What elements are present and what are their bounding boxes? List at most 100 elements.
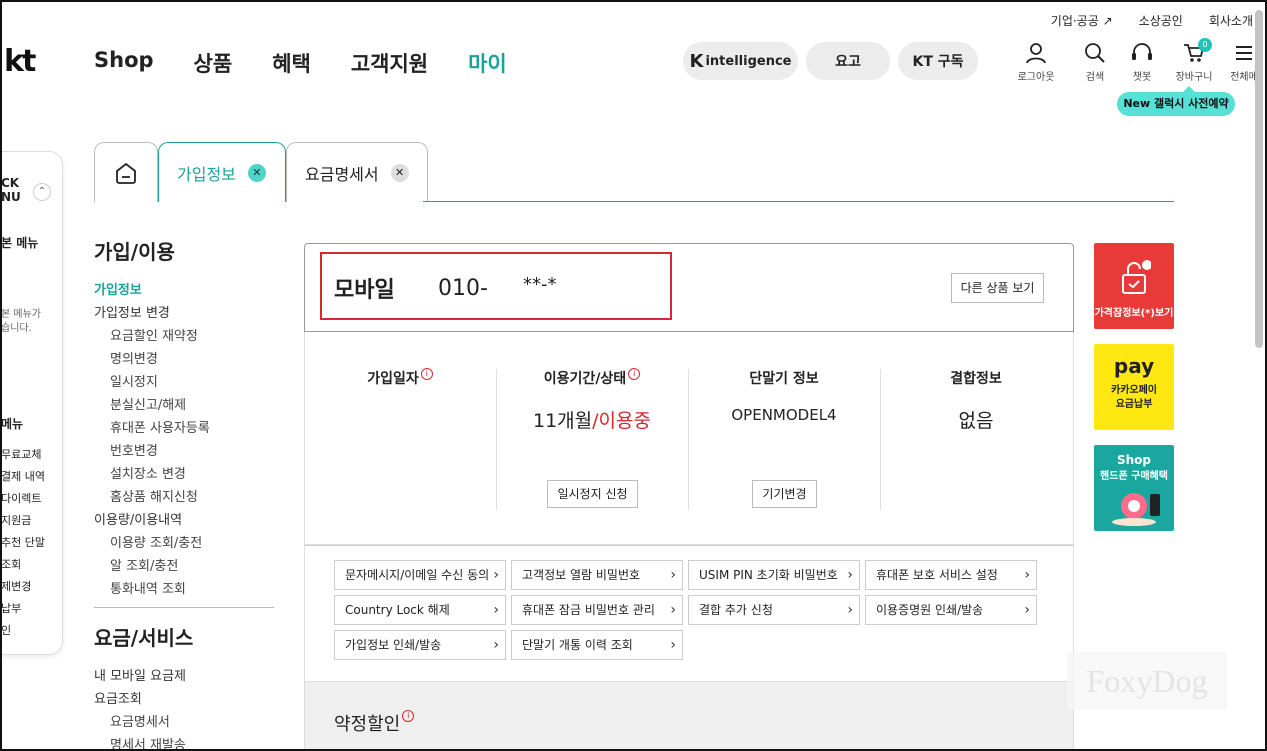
shop-benefit-label: 핸드폰 구매혜택 — [1100, 471, 1168, 482]
link-usim-pin[interactable]: USIM PIN 초기화 비밀번호 — [688, 560, 860, 590]
side-nav-subitem[interactable]: 명의변경 — [94, 348, 274, 371]
quick-menu-item[interactable]: 조회 — [1, 554, 45, 576]
close-icon[interactable]: ✕ — [390, 163, 409, 182]
k-intelligence-button[interactable]: K intelligence — [683, 42, 798, 80]
scrollbar[interactable] — [1255, 10, 1263, 348]
gift-hands-icon — [1112, 493, 1160, 526]
quick-menu-item[interactable]: 추천 단말 — [1, 532, 45, 554]
nav-shop[interactable]: Shop — [94, 48, 154, 78]
page-tabs: 가입정보 ✕ 요금명세서 ✕ — [94, 142, 428, 202]
kakaopay-logo: pay — [1113, 354, 1155, 378]
side-nav-item[interactable]: 이용량/이용내역 — [94, 509, 274, 532]
search-button[interactable]: 검색 — [1073, 42, 1117, 83]
yogo-button[interactable]: 요고 — [806, 42, 890, 80]
galaxy-preorder-badge[interactable]: New 갤럭시 사전예약 — [1117, 86, 1235, 116]
side-nav-subitem[interactable]: 설치장소 변경 — [94, 463, 274, 486]
quick-menu-item[interactable]: 제변경 — [1, 576, 45, 598]
kakaopay-banner[interactable]: pay 카카오페이 요금납부 — [1094, 344, 1174, 430]
period-status-column: 이용기간/상태 i 11개월/이용중 — [496, 368, 688, 433]
quick-menu-item[interactable]: 지원금 — [1, 510, 45, 532]
quick-menu-basic: 본 메뉴 — [1, 236, 39, 250]
nav-benefits[interactable]: 혜택 — [272, 48, 311, 78]
util-link-enterprise[interactable]: 기업·공공 ↗ — [1051, 12, 1113, 29]
device-change-button[interactable]: 기기변경 — [752, 480, 817, 508]
quick-menu-panel: CK NU ⌃ 본 메뉴 본 메뉴가 습니다. 메뉴 무료교체 결제 내역 다이… — [0, 151, 63, 655]
tab-subscription-info[interactable]: 가입정보 ✕ — [158, 142, 286, 202]
side-nav-subitem[interactable]: 명세서 재발송 — [94, 734, 274, 751]
cart-label: 장바구니 — [1175, 72, 1213, 83]
side-nav-subitem[interactable]: 홈상품 해지신청 — [94, 486, 274, 509]
link-phone-protection[interactable]: 휴대폰 보호 서비스 설정 — [865, 560, 1037, 590]
util-link-smallbiz[interactable]: 소상공인 — [1139, 12, 1183, 29]
info-icon[interactable]: i — [420, 368, 433, 380]
link-customer-password[interactable]: 고객정보 열람 비밀번호 — [511, 560, 683, 590]
quick-menu-item[interactable]: 결제 내역 — [1, 466, 45, 488]
tab-home[interactable] — [94, 142, 158, 202]
shop-benefit-banner[interactable]: Shop 핸드폰 구매혜택 — [1094, 445, 1174, 531]
unlock-icon — [1122, 260, 1152, 294]
info-icon[interactable]: i — [628, 368, 641, 380]
side-nav-item[interactable]: 가입정보 — [94, 279, 274, 302]
nav-products[interactable]: 상품 — [194, 48, 233, 78]
period-months: 11개월 — [533, 410, 593, 432]
home-icon — [116, 162, 136, 184]
side-nav-subitem[interactable]: 알 조회/충전 — [94, 555, 274, 578]
side-nav-item[interactable]: 요금조회 — [94, 688, 274, 711]
side-nav-subitem[interactable]: 요금명세서 — [94, 711, 274, 734]
tab-label: 가입정보 — [177, 164, 236, 184]
tab-label: 요금명세서 — [305, 164, 379, 184]
side-nav-item[interactable]: 내 모바일 요금제 — [94, 665, 274, 688]
cart-button[interactable]: 0 장바구니 — [1172, 38, 1216, 83]
discount-title-text: 약정할인 — [334, 714, 401, 735]
quick-menu-item[interactable]: 납부 — [1, 598, 45, 620]
side-nav-subitem[interactable]: 분실신고/해제 — [94, 394, 274, 417]
device-model: OPENMODEL4 — [731, 406, 837, 424]
quick-menu-title: CK NU — [1, 176, 21, 204]
quick-menu-item[interactable]: 인 — [1, 620, 45, 642]
main-nav: Shop 상품 혜택 고객지원 마이 — [94, 48, 507, 78]
quick-menu-desc: 본 메뉴가 습니다. — [1, 309, 41, 334]
nav-support[interactable]: 고객지원 — [351, 48, 428, 78]
chatbot-button[interactable]: 챗봇 — [1120, 42, 1164, 83]
kakaopay-label: 카카오페이 요금납부 — [1111, 385, 1157, 410]
util-link-company[interactable]: 회사소개 — [1209, 12, 1253, 29]
price-info-label: 가격잠정보(*)보기 — [1094, 308, 1174, 319]
price-info-banner[interactable]: 가격잠정보(*)보기 — [1094, 243, 1174, 329]
side-nav-subitem[interactable]: 요금할인 재약정 — [94, 325, 274, 348]
discount-title: 약정할인 i — [334, 710, 415, 736]
kt-logo[interactable]: kt — [4, 44, 36, 79]
quick-menu-item[interactable]: 다이렉트 — [1, 488, 45, 510]
bundle-value: 없음 — [958, 410, 994, 432]
collapse-icon[interactable]: ⌃ — [33, 183, 51, 201]
other-product-button[interactable]: 다른 상품 보기 — [951, 273, 1044, 303]
close-icon[interactable]: ✕ — [247, 163, 266, 182]
nav-my[interactable]: 마이 — [468, 48, 507, 78]
quick-menu-item[interactable]: 무료교체 — [1, 444, 45, 466]
side-nav-subitem[interactable]: 번호변경 — [94, 440, 274, 463]
kt-subscribe-button[interactable]: KT 구독 — [898, 42, 978, 80]
link-country-lock[interactable]: Country Lock 해제 — [334, 595, 506, 625]
link-message-consent[interactable]: 문자메시지/이메일 수신 동의 — [334, 560, 506, 590]
bundle-label: 결합정보 — [950, 371, 1002, 387]
link-print-info[interactable]: 가입정보 인쇄/발송 — [334, 630, 506, 660]
link-usage-certificate[interactable]: 이용증명원 인쇄/발송 — [865, 595, 1037, 625]
side-nav-subitem[interactable]: 통화내역 조회 — [94, 578, 274, 601]
link-bundle-add[interactable]: 결합 추가 신청 — [688, 595, 860, 625]
quick-menu-section: 메뉴 — [1, 417, 24, 431]
side-nav-item[interactable]: 가입정보 변경 — [94, 302, 274, 325]
side-nav-subitem[interactable]: 휴대폰 사용자등록 — [94, 417, 274, 440]
period-label: 이용기간/상태 — [543, 371, 627, 387]
all-menu-label: 전체메 — [1230, 72, 1258, 83]
side-nav-subitem[interactable]: 일시정지 — [94, 371, 274, 394]
side-nav-subitem[interactable]: 이용량 조회/충전 — [94, 532, 274, 555]
info-icon[interactable]: i — [402, 710, 415, 722]
bundle-column: 결합정보 없음 — [880, 368, 1072, 433]
logout-button[interactable]: 로그아웃 — [1014, 42, 1058, 83]
link-device-history[interactable]: 단말기 개통 이력 조회 — [511, 630, 683, 660]
nav-divider — [94, 607, 274, 608]
headset-icon — [1132, 43, 1152, 60]
link-lock-password[interactable]: 휴대폰 잠금 비밀번호 관리 — [511, 595, 683, 625]
hamburger-icon — [1236, 46, 1252, 60]
tab-bill-statement[interactable]: 요금명세서 ✕ — [286, 142, 428, 202]
suspend-request-button[interactable]: 일시정지 신청 — [547, 480, 638, 508]
